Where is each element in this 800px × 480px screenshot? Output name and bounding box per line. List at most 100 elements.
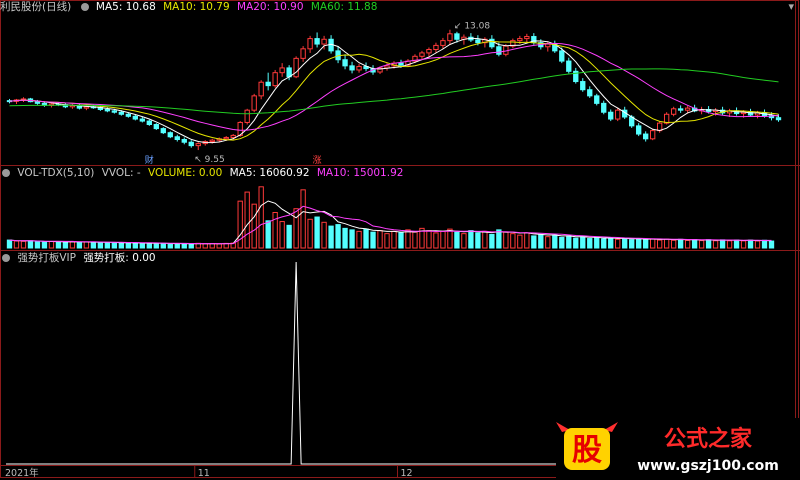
- volume-bar: [552, 234, 558, 249]
- candle: [573, 67, 579, 84]
- volume-bar: [188, 243, 194, 249]
- ma20-line: [9, 42, 779, 131]
- volume-bar: [712, 240, 719, 249]
- candle: [139, 117, 145, 123]
- volume-bar: [104, 242, 111, 249]
- volume-bar: [384, 233, 390, 249]
- volume-bar: [489, 233, 495, 249]
- ma5-readout: MA5: 10.68: [95, 1, 156, 13]
- indicator-name[interactable]: 强势打板VIP: [17, 252, 76, 264]
- caret-icon[interactable]: ▾: [788, 0, 794, 13]
- volume-bar: [510, 233, 516, 249]
- candle-body: [440, 40, 446, 46]
- volume-bar: [496, 229, 502, 249]
- vvol-readout: VVOL: -: [101, 167, 141, 179]
- volume-bar: [726, 240, 733, 249]
- moving-average-lines: [9, 37, 779, 144]
- volume-bar: [768, 240, 775, 249]
- volume-bar: [545, 236, 551, 249]
- candle: [552, 40, 558, 53]
- candle-body: [118, 111, 125, 115]
- volume-ma-lines: [9, 200, 772, 245]
- volume-bar: [594, 236, 600, 249]
- volume-bar: [216, 243, 222, 249]
- volume-readout: VOLUME: 0.00: [148, 167, 223, 179]
- volume-bar: [258, 186, 264, 249]
- candle-body: [475, 39, 481, 44]
- volume-bar: [48, 241, 55, 249]
- circle-icon[interactable]: [2, 169, 10, 177]
- candle: [566, 57, 572, 74]
- candle-body: [307, 38, 313, 50]
- volume-bar: [538, 233, 544, 249]
- volume-bar: [747, 239, 754, 249]
- volume-bar: [20, 240, 27, 249]
- x-tick-label: 2021年: [5, 467, 39, 479]
- candle-body: [34, 101, 41, 104]
- volume-bar: [377, 230, 383, 249]
- volume-bar: [279, 221, 285, 249]
- candle: [580, 78, 586, 92]
- volume-bar: [132, 242, 139, 249]
- volume-bar: [398, 232, 404, 249]
- circle-icon[interactable]: [80, 3, 89, 11]
- candle: [468, 33, 474, 42]
- candle: [342, 54, 348, 70]
- ma5-line: [9, 37, 779, 144]
- candle: [13, 98, 20, 105]
- volume-bar: [307, 218, 313, 249]
- volume-bar: [559, 236, 565, 249]
- candle-body: [293, 57, 299, 78]
- volume-bar: [433, 232, 439, 249]
- candle: [76, 104, 83, 110]
- site-name: 公式之家: [664, 426, 753, 452]
- volume-bar: [6, 239, 13, 249]
- volume-bar: [517, 234, 523, 249]
- candle: [510, 38, 516, 49]
- candle-body: [643, 133, 649, 140]
- candle: [433, 42, 439, 53]
- badge-glyph: 股: [572, 433, 602, 468]
- candle-body: [398, 62, 404, 66]
- stock-title[interactable]: 利民股份(日线): [0, 1, 71, 13]
- volume-bar: [482, 230, 488, 249]
- candle-body: [265, 81, 271, 87]
- volume-bar: [663, 238, 670, 249]
- volume-bar: [97, 242, 104, 249]
- volume-bar: [587, 238, 593, 249]
- candle-body: [419, 52, 425, 57]
- volume-bar: [244, 191, 250, 249]
- candle-body: [601, 102, 607, 113]
- candle-body: [496, 46, 502, 55]
- volume-bar: [705, 239, 712, 249]
- volume-bar: [202, 243, 208, 249]
- candle-body: [125, 113, 132, 117]
- volume-bar: [629, 239, 635, 249]
- candle: [146, 119, 152, 126]
- candle-body: [153, 124, 159, 130]
- volume-bar: [580, 236, 586, 249]
- candle: [251, 93, 257, 113]
- candle-body: [195, 143, 201, 147]
- candle: [677, 105, 684, 113]
- site-url: www.gszj100.com: [637, 458, 779, 474]
- candle-body: [223, 136, 229, 140]
- candle: [440, 37, 446, 49]
- volume-bar: [754, 240, 761, 249]
- volume-bar: [608, 237, 614, 249]
- low-price-label: ↖ 9.55: [194, 155, 224, 165]
- volume-bar: [440, 230, 446, 249]
- ma10-readout: MA10: 10.79: [163, 1, 230, 13]
- vol-indicator-name[interactable]: VOL-TDX(5,10): [17, 167, 94, 179]
- circle-icon[interactable]: [2, 254, 10, 262]
- volume-bar: [125, 242, 132, 249]
- candle: [524, 33, 530, 43]
- volume-bar: [761, 239, 768, 249]
- candle-body: [426, 49, 432, 54]
- candle-body: [559, 50, 565, 62]
- candle-body: [244, 109, 250, 123]
- candle-body: [524, 36, 530, 40]
- candle: [167, 131, 173, 139]
- candle-body: [580, 81, 586, 91]
- x-tick-label: 12: [400, 468, 412, 479]
